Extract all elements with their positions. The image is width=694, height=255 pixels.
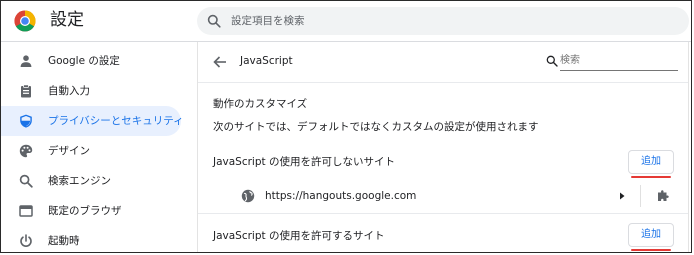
allowed-sites-label: JavaScript の使用を許可するサイト	[213, 230, 385, 242]
sidebar-item-label: 既定のブラウザ	[48, 205, 122, 217]
sidebar-item-google-settings[interactable]: Google の設定	[1, 46, 181, 76]
sidebar-item-default-browser[interactable]: 既定のブラウザ	[1, 196, 181, 226]
sidebar-item-privacy-security[interactable]: プライバシーとセキュリティ	[1, 106, 184, 136]
highlight-underline	[631, 176, 671, 178]
header: 設定 設定項目を検索	[1, 1, 691, 42]
shield-icon	[20, 114, 32, 128]
page-title: JavaScript	[240, 55, 293, 67]
search-icon	[19, 174, 33, 188]
settings-search-placeholder: 設定項目を検索	[231, 15, 305, 27]
sidebar-item-appearance[interactable]: デザイン	[1, 136, 181, 166]
add-blocked-site-button[interactable]: 追加	[628, 150, 674, 174]
sidebar-item-autofill[interactable]: 自動入力	[1, 76, 181, 106]
settings-search-bar[interactable]: 設定項目を検索	[197, 7, 689, 35]
browser-icon	[19, 205, 33, 217]
sidebar-item-label: デザイン	[48, 145, 90, 157]
sidebar-nav: Google の設定 自動入力 プライバシーとセキュリティ デザイン 検索エンジ…	[1, 42, 191, 252]
search-icon	[546, 55, 558, 67]
chrome-logo-icon	[14, 10, 36, 32]
sidebar-item-label: 起動時	[48, 235, 80, 247]
sidebar-item-label: 自動入力	[48, 85, 90, 97]
highlight-underline	[631, 249, 671, 251]
sidebar-item-label: プライバシーとセキュリティ	[48, 115, 184, 127]
section-description: 次のサイトでは、デフォルトではなくカスタムの設定が使用されます	[213, 121, 539, 133]
panel-topbar: JavaScript	[198, 42, 688, 83]
site-url: https://hangouts.google.com	[265, 190, 417, 202]
site-search-input[interactable]	[560, 50, 678, 71]
clipboard-icon	[21, 84, 31, 98]
sidebar-item-search-engine[interactable]: 検索エンジン	[1, 166, 181, 196]
palette-icon	[19, 144, 33, 158]
app-title: 設定	[50, 10, 84, 30]
globe-icon	[241, 189, 255, 203]
search-icon	[207, 14, 221, 28]
add-allowed-site-button[interactable]: 追加	[628, 223, 674, 247]
sidebar-item-label: Google の設定	[48, 55, 120, 67]
power-icon	[20, 234, 32, 247]
site-row[interactable]: https://hangouts.google.com	[198, 179, 688, 214]
sidebar-item-label: 検索エンジン	[48, 175, 111, 187]
person-icon	[20, 55, 32, 67]
puzzle-extension-icon[interactable]	[656, 188, 671, 203]
javascript-settings-panel: JavaScript 動作のカスタマイズ 次のサイトでは、デフォルトではなくカス…	[197, 42, 689, 252]
caret-right-icon[interactable]	[618, 192, 626, 200]
sidebar-item-on-startup[interactable]: 起動時	[1, 226, 181, 252]
back-arrow-icon[interactable]	[212, 54, 228, 70]
vertical-divider	[640, 185, 641, 207]
section-heading: 動作のカスタマイズ	[213, 98, 308, 110]
blocked-sites-label: JavaScript の使用を許可しないサイト	[213, 156, 395, 168]
settings-window: 設定 設定項目を検索 Google の設定 自動入力 プライバシーとセキュリティ…	[0, 0, 692, 253]
